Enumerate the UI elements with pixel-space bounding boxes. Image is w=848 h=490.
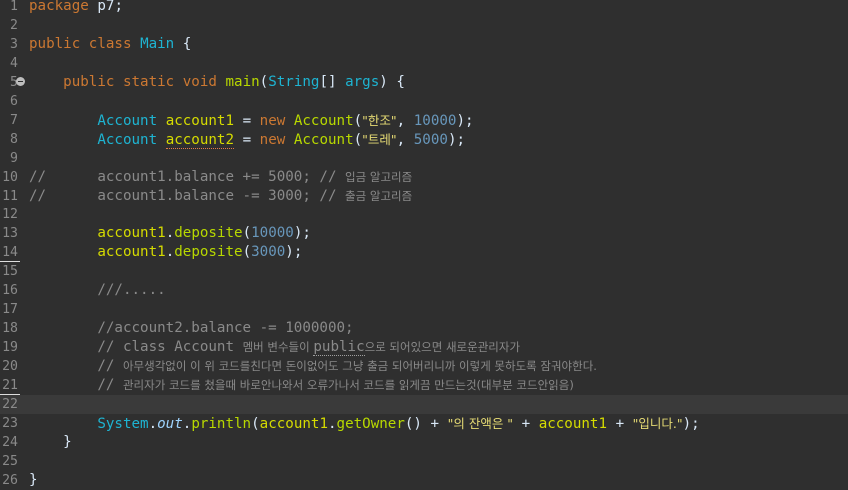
code-text: account1.deposite(3000); bbox=[97, 244, 303, 261]
code-line[interactable]: 2 bbox=[0, 16, 848, 35]
code-line[interactable]: 25 bbox=[0, 452, 848, 471]
line-number: 25 bbox=[2, 453, 18, 469]
line-number: 10 bbox=[2, 169, 18, 185]
line-number: 3 bbox=[10, 36, 18, 52]
line-number: 2 bbox=[10, 17, 18, 33]
code-line[interactable]: 8 Account account2 = new Account("트레", 5… bbox=[0, 130, 848, 149]
line-number: 20 bbox=[2, 359, 18, 375]
code-text: package p7; bbox=[29, 0, 123, 14]
code-line[interactable]: 18 //account2.balance -= 1000000; bbox=[0, 319, 848, 338]
line-number: 16 bbox=[2, 283, 18, 299]
code-line[interactable]: 16 ///..... bbox=[0, 281, 848, 300]
code-text: // class Account 멤버 변수들이 public으로 되어있으면 … bbox=[97, 339, 521, 357]
code-line[interactable]: 14 account1.deposite(3000); bbox=[0, 243, 848, 263]
code-text: // 아무생각없이 이 위 코드를친다면 돈이없어도 그냥 출금 되어버리니까 … bbox=[97, 358, 597, 375]
code-line[interactable]: 15 bbox=[0, 262, 848, 281]
code-line[interactable]: 11 // account1.balance -= 3000; // 출금 알고리… bbox=[0, 187, 848, 206]
code-line[interactable]: 12 bbox=[0, 205, 848, 224]
code-line[interactable]: 22 bbox=[0, 394, 848, 414]
line-number: 19 bbox=[2, 340, 18, 356]
code-text: // 관리자가 코드를 쳤을때 바로안나와서 오류가나서 코드를 읽게끔 만드는… bbox=[97, 377, 574, 393]
line-number: 7 bbox=[10, 112, 18, 128]
code-line[interactable]: 13 account1.deposite(10000); bbox=[0, 224, 848, 243]
code-line[interactable]: 6 bbox=[0, 92, 848, 111]
code-text: //account2.balance -= 1000000; bbox=[97, 320, 354, 337]
line-number: 6 bbox=[10, 93, 18, 109]
code-line[interactable]: 5 public static void main(String[] args)… bbox=[0, 73, 848, 92]
code-text: Account account2 = new Account("트레", 500… bbox=[97, 131, 466, 149]
line-number: 24 bbox=[2, 434, 18, 450]
code-line[interactable]: 4 bbox=[0, 54, 848, 73]
code-line[interactable]: 17 bbox=[0, 300, 848, 319]
code-line[interactable]: 21 // 관리자가 코드를 쳤을때 바로안나와서 오류가나서 코드를 읽게끔 … bbox=[0, 376, 848, 395]
line-number: 21 bbox=[2, 378, 18, 393]
line-number: 13 bbox=[2, 226, 18, 242]
code-line[interactable]: 20 // 아무생각없이 이 위 코드를친다면 돈이없어도 그냥 출금 되어버리… bbox=[0, 357, 848, 376]
code-text: // account1.balance += 5000; // 입금 알고리즘 bbox=[29, 168, 413, 185]
line-number: 23 bbox=[2, 415, 18, 431]
code-text: ///..... bbox=[97, 282, 166, 299]
line-number: 12 bbox=[2, 207, 18, 223]
code-text: // account1.balance -= 3000; // 출금 알고리즘 bbox=[29, 187, 413, 204]
code-text: Account account1 = new Account("한조", 100… bbox=[97, 112, 474, 129]
line-number: 9 bbox=[10, 150, 18, 166]
line-number: 8 bbox=[10, 131, 18, 147]
line-number: 11 bbox=[2, 188, 18, 204]
code-line[interactable]: 7 Account account1 = new Account("한조", 1… bbox=[0, 111, 848, 130]
code-text: account1.deposite(10000); bbox=[97, 225, 311, 242]
code-line[interactable]: 1 package p7; bbox=[0, 0, 848, 16]
code-line[interactable]: 24 } bbox=[0, 433, 848, 452]
code-line[interactable]: 3 public class Main { bbox=[0, 35, 848, 54]
code-line[interactable]: 23 System.out.println(account1.getOwner(… bbox=[0, 414, 848, 433]
collapse-minus-icon[interactable] bbox=[16, 76, 25, 86]
code-line[interactable]: 19 // class Account 멤버 변수들이 public으로 되어있… bbox=[0, 338, 848, 357]
code-line[interactable]: 26} bbox=[0, 471, 848, 490]
code-editor[interactable]: 1 package p7; 2 3 public class Main {4 5 publ… bbox=[0, 0, 848, 490]
line-number: 17 bbox=[2, 302, 18, 318]
line-number: 14 bbox=[2, 245, 18, 261]
code-line[interactable]: 10 // account1.balance += 5000; // 입금 알고리… bbox=[0, 168, 848, 187]
line-number: 4 bbox=[10, 55, 18, 71]
line-number: 22 bbox=[2, 396, 18, 412]
code-text: public static void main(String[] args) { bbox=[63, 73, 405, 90]
code-text: } bbox=[29, 471, 38, 488]
code-line[interactable]: 9 bbox=[0, 149, 848, 168]
code-text: } bbox=[29, 433, 72, 450]
line-number: 18 bbox=[2, 321, 18, 337]
code-text: System.out.println(account1.getOwner() +… bbox=[97, 415, 700, 432]
code-text: public class Main { bbox=[29, 35, 192, 52]
line-number: 15 bbox=[2, 264, 18, 280]
line-number: 1 bbox=[10, 0, 18, 14]
line-number: 26 bbox=[2, 472, 18, 488]
